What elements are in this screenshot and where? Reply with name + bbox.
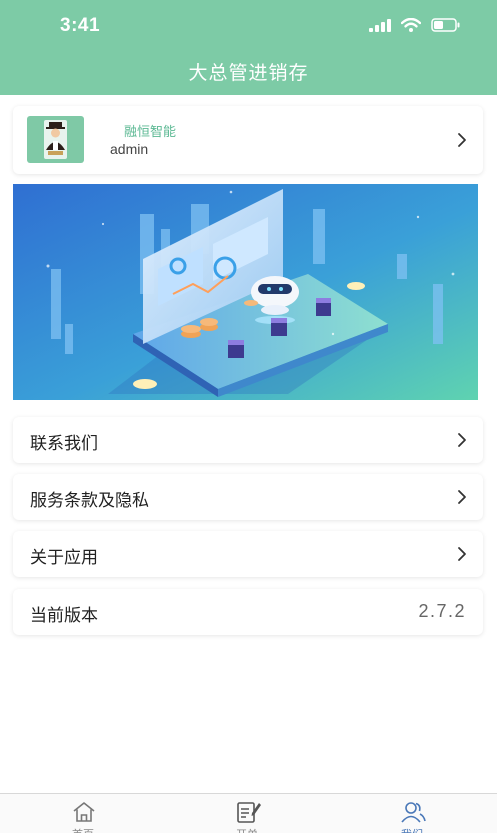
status-icons bbox=[369, 18, 461, 32]
menu-label-about: 关于应用 bbox=[30, 548, 98, 568]
page-title: 大总管进销存 bbox=[188, 62, 309, 84]
menu-item-contact[interactable]: 联系我们 bbox=[13, 417, 483, 463]
tab-about-us[interactable]: 我们 bbox=[362, 794, 462, 833]
menu-item-version: 当前版本 2.7.2 bbox=[13, 589, 483, 635]
tab-label-home: 首页 bbox=[33, 826, 133, 833]
chevron-right-icon bbox=[458, 433, 466, 447]
tab-label-about-us: 我们 bbox=[362, 826, 462, 833]
home-icon bbox=[73, 802, 95, 822]
menu-item-terms-privacy[interactable]: 服务条款及隐私 bbox=[13, 474, 483, 520]
company-name: 融恒智能 bbox=[124, 125, 177, 140]
edit-document-icon bbox=[237, 802, 261, 823]
avatar-logo bbox=[44, 120, 67, 159]
tab-label-billing: 开单 bbox=[197, 826, 297, 833]
chevron-right-icon bbox=[458, 490, 466, 504]
status-time: 3:41 bbox=[60, 15, 101, 36]
wifi-icon bbox=[401, 18, 421, 32]
chevron-right-icon bbox=[458, 133, 466, 147]
username: admin bbox=[110, 141, 149, 157]
menu-label-contact: 联系我们 bbox=[30, 434, 98, 454]
profile-card[interactable]: 融恒智能 admin bbox=[13, 106, 483, 174]
version-value: 2.7.2 bbox=[418, 601, 466, 621]
avatar bbox=[27, 116, 84, 163]
tab-home[interactable]: 首页 bbox=[33, 794, 133, 833]
menu-label-terms-privacy: 服务条款及隐私 bbox=[30, 491, 149, 511]
chevron-right-icon bbox=[458, 547, 466, 561]
banner-image bbox=[13, 184, 478, 400]
signal-icon bbox=[369, 18, 391, 32]
menu-label-version: 当前版本 bbox=[30, 606, 98, 626]
battery-icon bbox=[431, 18, 460, 32]
banner-illustration bbox=[13, 184, 478, 400]
app-header: 3:41 大总管进销存 bbox=[0, 0, 497, 95]
tab-bar: 首页 开单 我们 bbox=[0, 793, 497, 833]
users-icon bbox=[401, 802, 426, 823]
tab-billing[interactable]: 开单 bbox=[197, 794, 297, 833]
menu-item-about[interactable]: 关于应用 bbox=[13, 531, 483, 577]
status-bar: 3:41 bbox=[0, 0, 497, 54]
